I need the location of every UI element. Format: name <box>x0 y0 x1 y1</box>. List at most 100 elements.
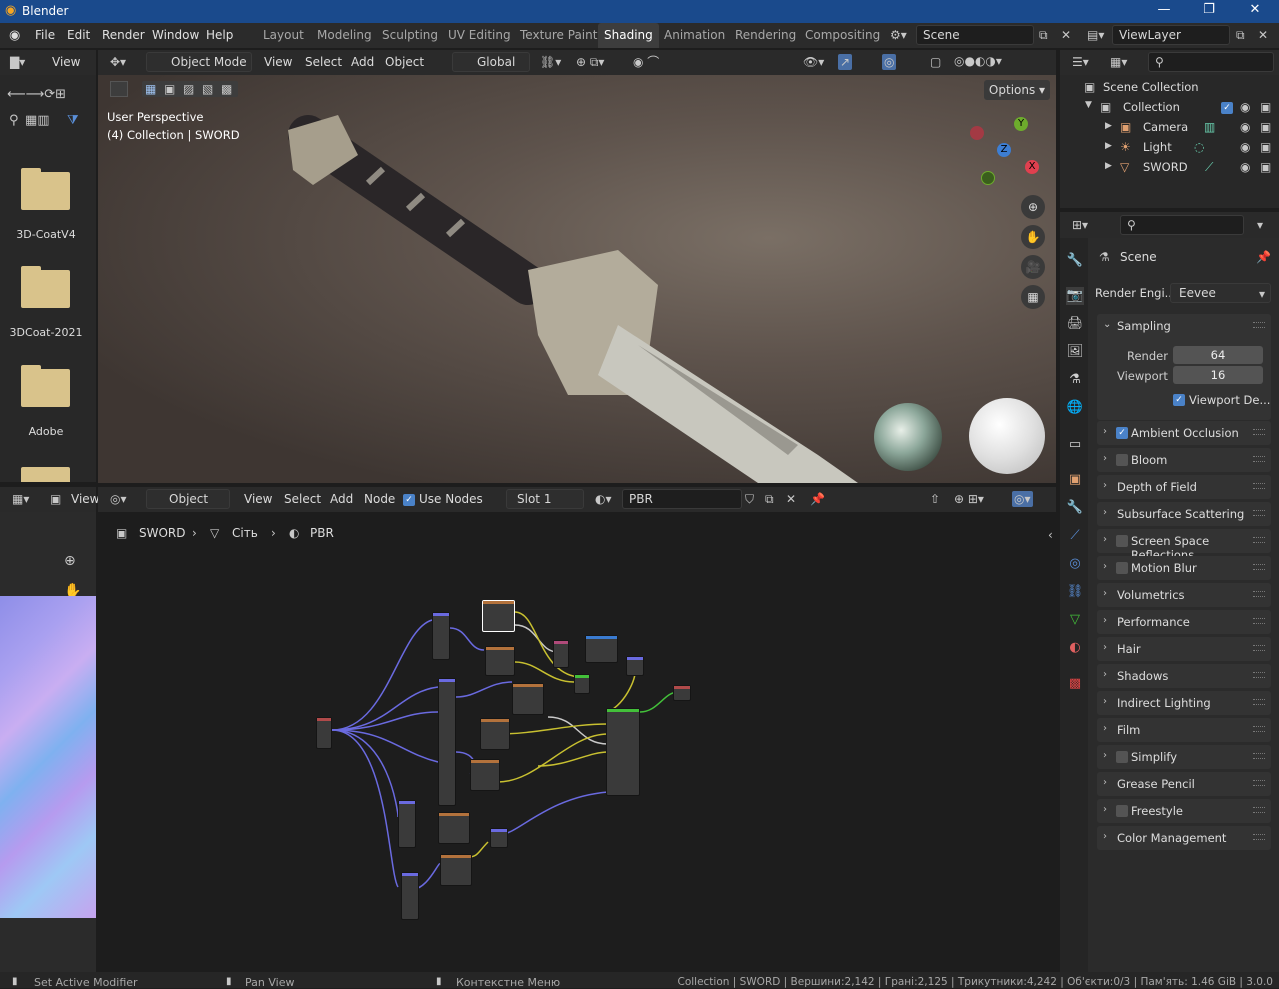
world-tab-icon[interactable]: 🌐 <box>1066 399 1084 417</box>
texture-coordinate-node[interactable] <box>316 717 332 749</box>
expand-arrow-icon[interactable]: ▶ <box>1105 162 1112 171</box>
collection-tab-icon[interactable]: ▭ <box>1066 436 1084 454</box>
viewport-samples-field[interactable]: 16 <box>1173 366 1263 384</box>
chevron-right-icon[interactable]: › <box>1103 561 1107 572</box>
viewport-menu-object[interactable]: Object <box>385 55 424 69</box>
panel-enable-checkbox[interactable] <box>1116 805 1128 817</box>
node-overlay-icon[interactable]: ◎▾ <box>1012 491 1033 507</box>
folder-item[interactable]: 3DCoat-2021 <box>0 258 92 344</box>
chevron-right-icon[interactable]: › <box>1103 804 1107 815</box>
menu-file[interactable]: File <box>35 28 55 42</box>
scene-tab-icon[interactable]: ⚗ <box>1066 371 1084 389</box>
editor-type-icon[interactable]: ▇▾ <box>10 56 25 68</box>
minimize-button[interactable]: — <box>1152 2 1176 22</box>
expand-arrow-icon[interactable]: ▶ <box>1105 142 1112 151</box>
drag-grip-icon[interactable] <box>1253 322 1265 328</box>
image-icon[interactable]: ▣ <box>50 493 61 505</box>
outliner-scene-collection[interactable]: ▣ Scene Collection <box>1080 78 1275 98</box>
panel-hair[interactable]: › Hair <box>1097 637 1271 661</box>
tab-layout[interactable]: Layout <box>257 23 310 48</box>
blender-menu-icon[interactable]: ◉ <box>9 29 20 42</box>
chevron-right-icon[interactable]: › <box>1103 507 1107 518</box>
camera-view-button[interactable]: 🎥 <box>1021 255 1045 279</box>
panel-screen-space-reflections[interactable]: › Screen Space Reflections <box>1097 529 1271 562</box>
shading-modes-icon[interactable]: ◎●◐◑▾ <box>954 55 1002 67</box>
drag-grip-icon[interactable] <box>1253 456 1265 462</box>
panel-performance[interactable]: › Performance <box>1097 610 1271 634</box>
folder-icon[interactable] <box>21 467 70 482</box>
selection-mode-buttons[interactable]: ▦ ▣ ▨ ▧ ▩ <box>142 81 238 97</box>
gizmo-x-dot[interactable]: X <box>1025 160 1039 174</box>
select-set-icon[interactable]: ▦ <box>145 83 156 95</box>
chevron-right-icon[interactable]: › <box>1103 777 1107 788</box>
node-menu-add[interactable]: Add <box>330 492 353 506</box>
material-name-field[interactable]: PBR <box>622 489 742 509</box>
remove-scene-icon[interactable]: ✕ <box>1061 29 1071 41</box>
drag-grip-icon[interactable] <box>1253 591 1265 597</box>
file-browser-view-menu[interactable]: View <box>52 55 80 69</box>
panel-shadows[interactable]: › Shadows <box>1097 664 1271 688</box>
drag-grip-icon[interactable] <box>1253 726 1265 732</box>
material-output-node[interactable] <box>673 685 691 701</box>
new-viewlayer-icon[interactable]: ⧉ <box>1236 29 1245 41</box>
render-camera-icon[interactable]: ▣ <box>1260 141 1271 153</box>
view-layer-tab-icon[interactable]: 🖼 <box>1066 343 1084 361</box>
panel-ambient-occlusion[interactable]: › ✓ Ambient Occlusion <box>1097 421 1271 445</box>
editor-type-icon[interactable]: ☰▾ <box>1072 56 1089 68</box>
gizmo-y-dot[interactable]: Y <box>1014 117 1028 131</box>
zoom-button[interactable]: ⊕ <box>1021 195 1045 219</box>
panel-subsurface-scattering[interactable]: › Subsurface Scattering <box>1097 502 1271 526</box>
chevron-right-icon[interactable]: › <box>1103 696 1107 707</box>
output-tab-icon[interactable]: 🖨 <box>1066 315 1084 333</box>
material-browse-icon[interactable]: ◐▾ <box>595 493 612 505</box>
panel-color-management[interactable]: › Color Management <box>1097 826 1271 850</box>
new-scene-icon[interactable]: ⧉ <box>1039 29 1048 41</box>
expand-arrow-icon[interactable]: ▼ <box>1085 101 1092 110</box>
outliner-search-field[interactable]: ⚲ <box>1148 52 1274 72</box>
mapping-node[interactable] <box>438 678 456 806</box>
drag-grip-icon[interactable] <box>1253 429 1265 435</box>
menu-render[interactable]: Render <box>102 28 145 42</box>
use-nodes-checkbox[interactable]: ✓ <box>403 494 415 506</box>
image-editor-canvas[interactable]: ⊕ ✋ <box>0 512 96 972</box>
menu-help[interactable]: Help <box>206 28 233 42</box>
proportional-edit-icon[interactable]: ◉ ⌒ <box>633 56 659 68</box>
chevron-right-icon[interactable]: › <box>1103 534 1107 545</box>
unlink-material-icon[interactable]: ✕ <box>786 493 796 505</box>
drag-grip-icon[interactable] <box>1253 834 1265 840</box>
panel-motion-blur[interactable]: › Motion Blur <box>1097 556 1271 580</box>
tab-rendering[interactable]: Rendering <box>729 23 802 48</box>
chevron-right-icon[interactable]: › <box>1103 615 1107 626</box>
mix-node[interactable] <box>553 640 569 668</box>
panel-grease-pencil[interactable]: › Grease Pencil <box>1097 772 1271 796</box>
gizmo-z-dot[interactable]: Z <box>997 143 1011 157</box>
remove-viewlayer-icon[interactable]: ✕ <box>1258 29 1268 41</box>
shader-type-dropdown[interactable]: Object <box>146 489 230 509</box>
image-editor-view-menu[interactable]: View <box>71 492 99 506</box>
viewport-menu-select[interactable]: Select <box>305 55 342 69</box>
panel-enable-checkbox[interactable] <box>1116 535 1128 547</box>
tab-sculpting[interactable]: Sculpting <box>376 23 444 48</box>
fake-user-icon[interactable]: ⛉ <box>745 493 754 505</box>
render-engine-dropdown[interactable]: Eevee ▾ <box>1170 283 1271 303</box>
viewport-menu-add[interactable]: Add <box>351 55 374 69</box>
node-editor-canvas[interactable]: ▣ SWORD › ▽ Сіть › ◐ PBR ‹ <box>98 512 1056 972</box>
render-camera-icon[interactable]: ▣ <box>1260 101 1271 113</box>
panel-film[interactable]: › Film <box>1097 718 1271 742</box>
menu-edit[interactable]: Edit <box>67 28 90 42</box>
tool-tab-icon[interactable]: 🔧 <box>1066 252 1084 270</box>
math-node[interactable] <box>626 656 644 676</box>
image-texture-node[interactable] <box>485 646 515 676</box>
render-camera-icon[interactable]: ▣ <box>1260 121 1271 133</box>
drag-grip-icon[interactable] <box>1253 807 1265 813</box>
display-mode-icon[interactable]: ▦▥ <box>25 114 50 127</box>
texture-tab-icon[interactable]: ▩ <box>1066 675 1084 693</box>
chevron-right-icon[interactable]: › <box>1103 588 1107 599</box>
pin-icon[interactable]: 📌 <box>1256 251 1271 263</box>
properties-options-icon[interactable]: ▾ <box>1257 219 1263 231</box>
drag-grip-icon[interactable] <box>1253 672 1265 678</box>
render-tab-icon[interactable]: 📷 <box>1066 287 1084 305</box>
drag-grip-icon[interactable] <box>1253 780 1265 786</box>
close-window-button[interactable]: ✕ <box>1243 2 1267 22</box>
overlay-toggle-icon[interactable]: ◎ <box>882 54 897 70</box>
